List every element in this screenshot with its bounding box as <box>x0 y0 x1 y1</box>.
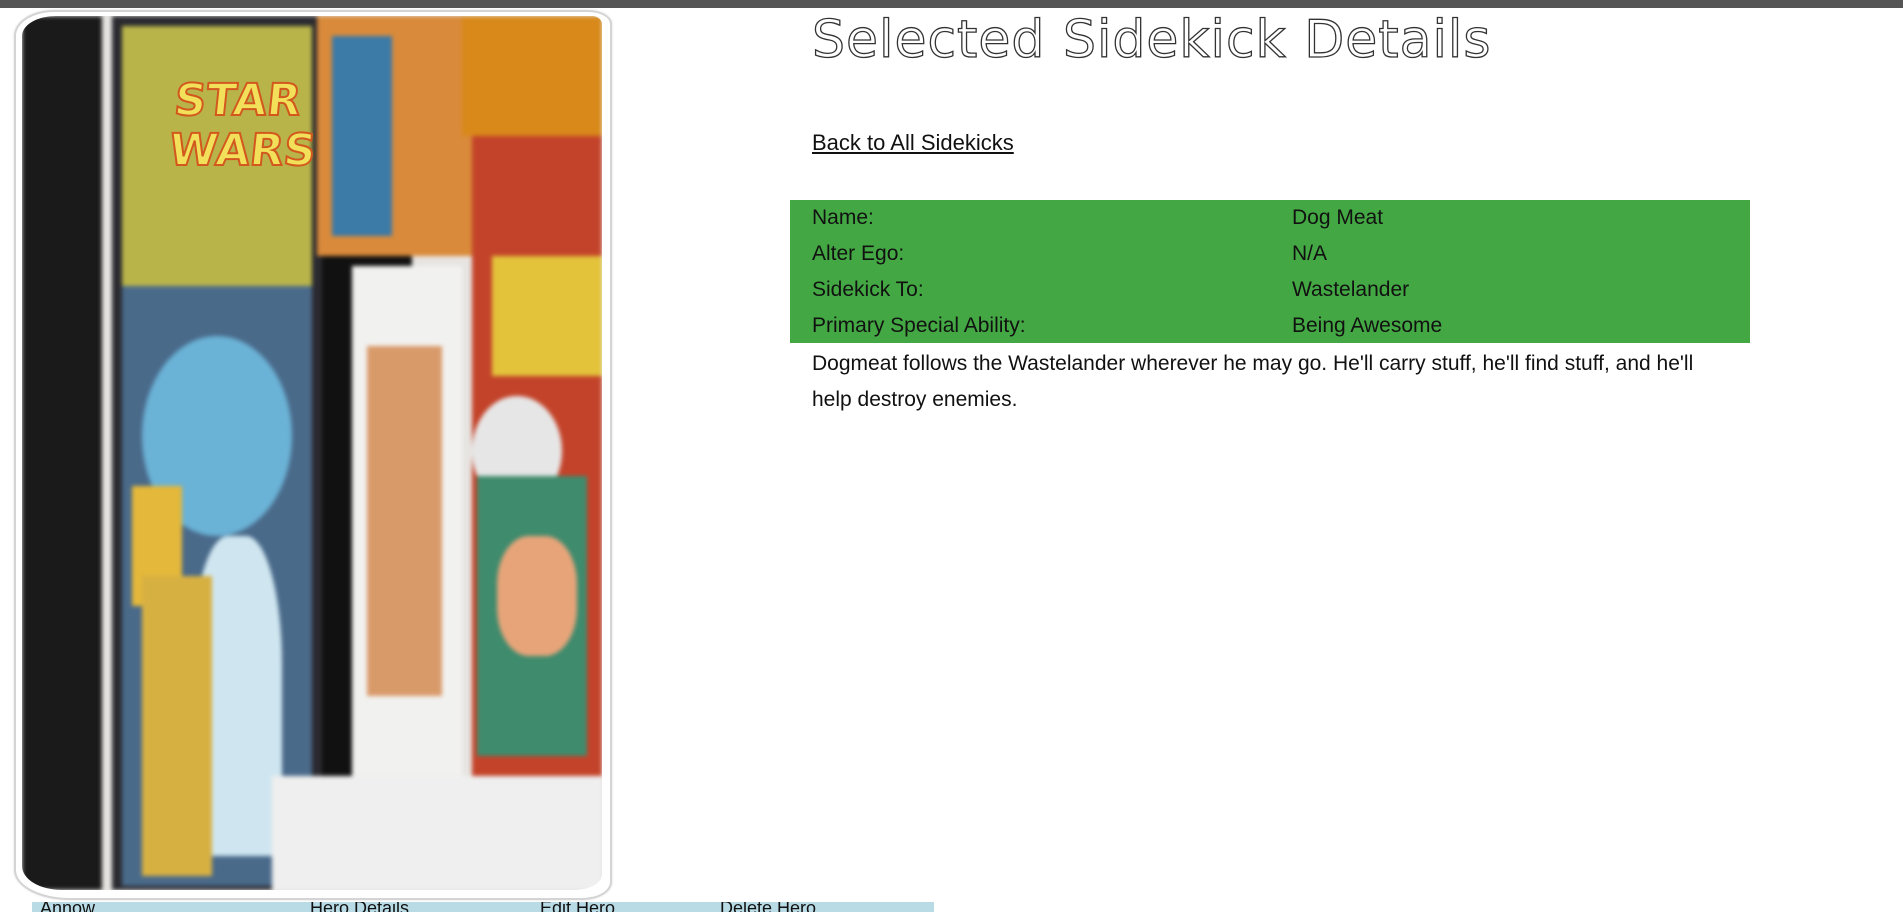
table-header-cell: Annow <box>40 902 96 912</box>
detail-label: Name: <box>812 206 874 229</box>
detail-label: Primary Special Ability: <box>812 314 1026 337</box>
detail-label: Sidekick To: <box>812 278 924 301</box>
detail-value: Being Awesome <box>1292 314 1443 337</box>
table-header-cell: Edit Hero <box>540 902 616 912</box>
detail-value: N/A <box>1292 242 1328 265</box>
detail-value: Dog Meat <box>1292 206 1384 229</box>
sidekick-description: Dogmeat follows the Wastelander wherever… <box>812 352 1694 411</box>
back-to-all-sidekicks-link[interactable]: Back to All Sidekicks <box>812 130 1014 156</box>
comic-books-photo: STAR WARS <box>22 16 602 890</box>
heroes-table-header: Annow Hero Details Edit Hero Delete Hero <box>32 902 934 912</box>
page-title: Selected Sidekick Details <box>811 9 1492 70</box>
star-wars-logo: STAR WARS <box>166 74 320 177</box>
sidekick-details-table: Name: Dog Meat Alter Ego: N/A Sidekick T… <box>790 200 1750 343</box>
top-bar <box>0 0 1903 8</box>
table-header-cell: Delete Hero <box>720 902 817 912</box>
table-header-cell: Hero Details <box>310 902 410 912</box>
detail-value: Wastelander <box>1292 278 1410 301</box>
detail-label: Alter Ego: <box>812 242 905 265</box>
